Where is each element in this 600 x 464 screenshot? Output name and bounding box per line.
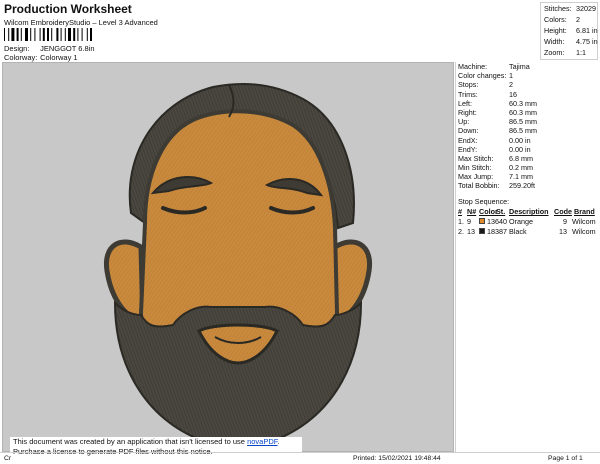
- page-title: Production Worksheet: [4, 2, 132, 16]
- barcode-bar: [25, 28, 28, 41]
- barcode-bar: [16, 28, 19, 41]
- barcode-bar: [47, 28, 49, 41]
- barcode-bar: [56, 28, 59, 41]
- novapdf-link[interactable]: novaPDF: [247, 437, 277, 446]
- barcode-bar: [11, 28, 15, 41]
- info-total-bobbin: Total Bobbin: 259.20ft: [458, 181, 535, 191]
- barcode-bar: [68, 28, 71, 41]
- info-color-changes: Color changes: 1: [458, 71, 513, 81]
- barcode-bar: [73, 28, 76, 41]
- info-endy: EndY: 0.00 in: [458, 144, 531, 154]
- page-footer: Cr Printed: 15/02/2021 19:48:44 Page 1 o…: [0, 452, 600, 464]
- barcode-bar: [51, 28, 53, 41]
- design-row: Design: JENGGOT 6.8in: [4, 44, 95, 53]
- barcode-bar: [34, 28, 36, 41]
- info-machine: Machine: Tajima: [458, 62, 530, 71]
- col-description: Description: [509, 207, 549, 216]
- notice-line-1: This document was created by an applicat…: [13, 437, 280, 446]
- table-row: 1. 9 13640 Orange 9 Wilcom: [458, 217, 596, 226]
- colorway-value: Colorway 1: [40, 53, 78, 62]
- barcode-bar: [30, 28, 32, 41]
- barcode-bar: [90, 28, 92, 41]
- info-up: Up: 86.5 mm: [458, 117, 537, 127]
- barcode: [4, 28, 92, 41]
- barcode-bar: [42, 28, 45, 41]
- machine-info-panel: Machine: Tajima Color changes: 1 Stops: 2 T…: [455, 62, 600, 191]
- colorway-row: Colorway: Colorway 1: [4, 53, 78, 62]
- col-code: Code: [554, 207, 572, 216]
- info-trims: Trims: 16: [458, 89, 517, 99]
- design-value: JENGGOT 6.8in: [40, 44, 95, 53]
- barcode-bar: [77, 28, 79, 41]
- col-color: Color: [479, 207, 498, 216]
- embroidery-design: [103, 82, 373, 448]
- table-row: 2. 13 18387 Black 13 Wilcom: [458, 227, 596, 236]
- info-right: Right: 60.3 mm: [458, 107, 537, 117]
- info-down: Down: 86.5 mm: [458, 126, 537, 136]
- col-num: #: [458, 207, 462, 216]
- stat-width: Width: 4.75 in: [544, 37, 598, 46]
- stop-sequence-title: Stop Sequence:: [458, 197, 510, 206]
- info-max-jump: Max Jump: 7.1 mm: [458, 172, 533, 182]
- color-swatch-orange: [479, 218, 485, 224]
- stats-box: Stitches: 32029 Colors: 2 Height: 6.81 in W…: [540, 2, 598, 60]
- info-max-stitch: Max Stitch: 6.8 mm: [458, 153, 533, 163]
- info-stops: Stops: 2: [458, 80, 513, 90]
- software-subtitle: Wilcom EmbroideryStudio – Level 3 Advanc…: [4, 18, 158, 27]
- info-endx: EndX: 0.00 in: [458, 135, 531, 145]
- color-swatch-black: [479, 228, 485, 234]
- stat-height: Height: 6.81 in: [544, 26, 598, 35]
- stat-colors: Colors: 2: [544, 15, 580, 24]
- footer-left: Cr: [4, 455, 12, 462]
- stat-stitches: Stitches: 32029: [544, 4, 596, 13]
- barcode-bar: [4, 28, 5, 41]
- info-min-stitch: Min Stitch: 0.2 mm: [458, 163, 533, 173]
- barcode-bar: [86, 28, 88, 41]
- printed-timestamp: Printed: 15/02/2021 19:48:44: [353, 455, 441, 462]
- barcode-bar: [8, 28, 10, 41]
- worksheet-header: Production Worksheet Wilcom EmbroiderySt…: [0, 0, 540, 62]
- col-n: N#: [467, 207, 477, 216]
- barcode-bar: [20, 28, 22, 41]
- barcode-bar: [39, 28, 41, 41]
- col-st: St.: [496, 207, 506, 216]
- design-preview: [2, 62, 454, 452]
- info-left: Left: 60.3 mm: [458, 98, 537, 108]
- design-label: Design:: [4, 44, 30, 53]
- colorway-label: Colorway:: [4, 53, 38, 62]
- barcode-bar: [81, 28, 83, 41]
- col-brand: Brand: [574, 207, 595, 216]
- stat-zoom: Zoom: 1:1: [544, 48, 586, 57]
- stop-sequence-header: # N# Color St. Description Code Brand: [458, 207, 600, 217]
- barcode-bar: [60, 28, 62, 41]
- barcode-bar: [64, 28, 66, 41]
- page-number: Page 1 of 1: [548, 455, 583, 462]
